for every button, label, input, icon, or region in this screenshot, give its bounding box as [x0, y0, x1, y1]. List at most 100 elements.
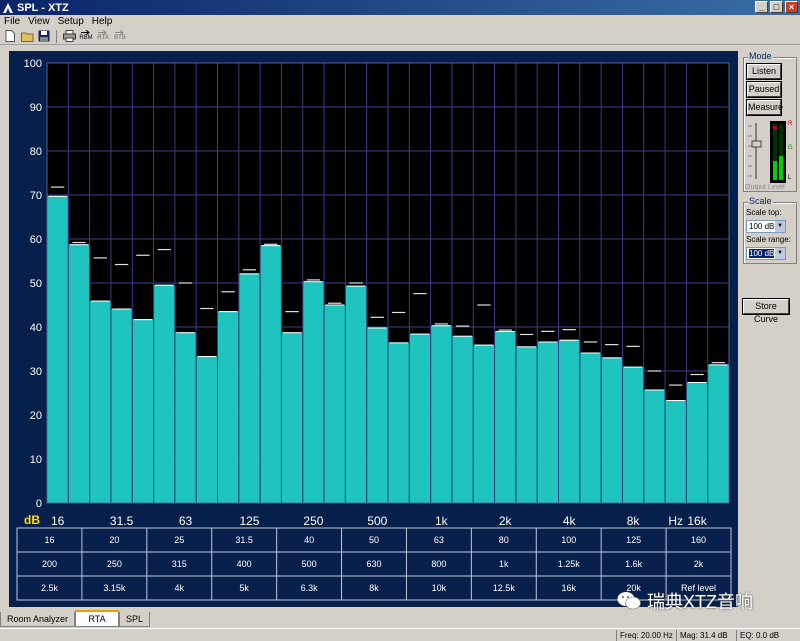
- bar: [708, 364, 729, 503]
- scale-group-title: Scale: [748, 196, 773, 206]
- chevron-down-icon[interactable]: ▼: [775, 248, 785, 259]
- maximize-button[interactable]: □: [770, 1, 783, 13]
- freq-table-cell: 1.25k: [558, 559, 581, 569]
- open-folder-icon[interactable]: [20, 29, 34, 43]
- bar: [431, 325, 452, 503]
- y-tick-label: 40: [30, 322, 42, 334]
- rta-graph-panel[interactable]: 0 10 20 30 40 50 60 70 80 90 100 dB 16 31.5 63 125 250 50…: [9, 51, 738, 607]
- meter-label-r: R: [788, 121, 793, 127]
- freq-table-cell: 8k: [369, 583, 379, 593]
- menu-bar: File View Setup Help: [0, 15, 800, 28]
- freq-table-cell: 4k: [175, 583, 185, 593]
- bar: [473, 344, 495, 503]
- scale-range-label: Scale range:: [746, 235, 791, 244]
- save-icon[interactable]: [37, 29, 51, 43]
- bar: [260, 245, 281, 503]
- status-eq: EQ: 0.0 dB: [736, 630, 779, 641]
- title-bar: SPL - XTZ _ □ ×: [0, 0, 800, 15]
- new-file-icon[interactable]: [3, 29, 17, 43]
- y-tick-label: 50: [30, 278, 42, 290]
- bar: [196, 356, 217, 503]
- freq-table-cell: 400: [237, 559, 252, 569]
- minimize-button[interactable]: _: [755, 1, 768, 13]
- y-tick-label: 30: [30, 366, 42, 378]
- listen-button[interactable]: Listen: [746, 63, 782, 80]
- y-tick-label: 90: [30, 102, 42, 114]
- toolbar: RBM RTA BTB: [0, 28, 800, 45]
- toolbar-separator: [56, 29, 57, 43]
- scale-top-select[interactable]: 100 dB ▼: [746, 220, 786, 233]
- btb-button[interactable]: BTB: [113, 29, 127, 43]
- freq-table-cell: 125: [626, 535, 641, 545]
- store-curve-button[interactable]: Store Curve: [742, 298, 790, 324]
- x-axis-unit-label: Hz: [668, 514, 683, 528]
- chevron-down-icon[interactable]: ▼: [775, 221, 785, 232]
- bar: [644, 389, 665, 503]
- y-tick-label: 0: [36, 498, 42, 510]
- freq-table-cell: 50: [369, 535, 379, 545]
- bar: [495, 330, 516, 503]
- y-tick-label: 80: [30, 146, 42, 158]
- x-tick-label: 500: [367, 514, 387, 528]
- menu-file[interactable]: File: [0, 15, 24, 28]
- bar: [303, 281, 324, 503]
- rta-button[interactable]: RTA: [96, 29, 110, 43]
- bar: [409, 333, 431, 503]
- x-tick-label: 16: [51, 514, 65, 528]
- bar: [90, 300, 111, 503]
- print-icon[interactable]: [62, 29, 76, 43]
- freq-table-cell: 20: [109, 535, 119, 545]
- y-axis-unit-label: dB: [24, 513, 40, 527]
- menu-view[interactable]: View: [24, 15, 54, 28]
- paused-button[interactable]: Paused: [746, 81, 782, 98]
- bar: [388, 342, 409, 503]
- bar: [686, 382, 708, 503]
- x-tick-label: 1k: [435, 514, 449, 528]
- x-tick-label: 2k: [499, 514, 513, 528]
- freq-table-cell: 12.5k: [493, 583, 516, 593]
- bar: [580, 352, 601, 503]
- x-tick-label: 16k: [687, 514, 707, 528]
- output-level-slider[interactable]: [746, 121, 766, 181]
- meter-label-g: G: [788, 145, 793, 151]
- rbm-button[interactable]: RBM: [79, 29, 93, 43]
- btb-label: BTB: [114, 35, 126, 41]
- rbm-label: RBM: [79, 35, 93, 41]
- freq-table-cell: 31.5: [235, 535, 253, 545]
- output-level-meter: [770, 121, 786, 183]
- mode-group-title: Mode: [748, 51, 773, 61]
- freq-table-cell: 630: [366, 559, 381, 569]
- y-tick-label: 10: [30, 454, 42, 466]
- freq-table-cell: 2k: [694, 559, 704, 569]
- menu-help[interactable]: Help: [88, 15, 117, 28]
- bar: [452, 335, 473, 503]
- close-button[interactable]: ×: [785, 1, 798, 13]
- bar: [516, 346, 537, 503]
- scale-top-label: Scale top:: [746, 208, 782, 217]
- scale-top-value: 100 dB: [749, 222, 775, 231]
- freq-table-cell: 10k: [432, 583, 447, 593]
- rta-label: RTA: [97, 35, 109, 41]
- app-icon: [3, 2, 13, 13]
- freq-table-cell: 6.3k: [301, 583, 319, 593]
- tab-rta[interactable]: RTA: [75, 610, 120, 627]
- watermark: 瑞典XTZ音响: [617, 588, 753, 614]
- measure-button[interactable]: Measure: [746, 99, 783, 116]
- bar: [281, 332, 303, 503]
- tab-spl[interactable]: SPL: [119, 612, 151, 627]
- bar: [665, 400, 686, 503]
- bar: [622, 366, 644, 503]
- freq-table-cell: 800: [431, 559, 446, 569]
- menu-setup[interactable]: Setup: [54, 15, 88, 28]
- window-title: SPL - XTZ: [17, 1, 69, 14]
- freq-table-cell: 1.6k: [625, 559, 643, 569]
- x-tick-label: 250: [303, 514, 323, 528]
- bar: [132, 319, 154, 503]
- scale-range-select[interactable]: 100 dB ▼: [746, 247, 786, 260]
- tab-room-analyzer[interactable]: Room Analyzer: [0, 612, 76, 627]
- status-mag: Mag: 31.4 dB: [676, 630, 728, 641]
- rta-chart[interactable]: 0 10 20 30 40 50 60 70 80 90 100 dB 16 31.5 63 125 250 50…: [9, 51, 738, 607]
- bar: [239, 273, 260, 503]
- freq-table-cell: 3.15k: [103, 583, 126, 593]
- control-panel: Mode Listen Paused Measure R G L Output …: [742, 51, 798, 607]
